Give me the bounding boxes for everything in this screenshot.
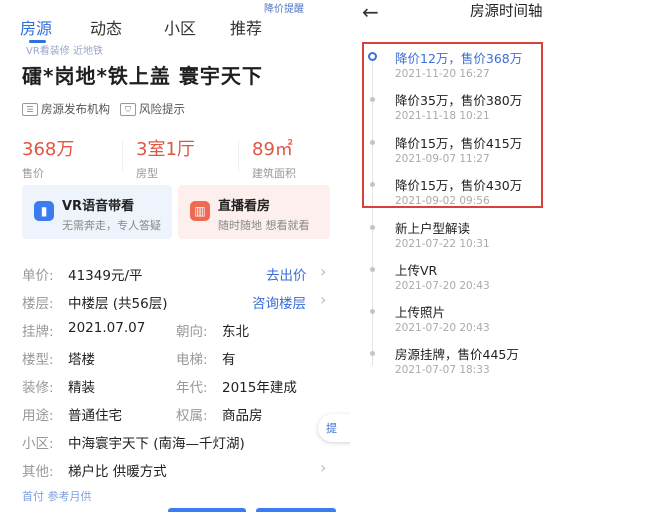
timeline-dot	[370, 351, 375, 356]
info-key: 楼层:	[22, 296, 54, 312]
vr-tour-title: VR语音带看	[62, 199, 135, 214]
timeline-dot	[370, 225, 375, 230]
shield-icon: ⛉	[120, 102, 136, 116]
info-row-building-type: 楼型: 塔楼 电梯: 有	[22, 346, 338, 374]
info-key: 楼型:	[22, 352, 54, 368]
listing-title: 礌*岗地*铁上盖 寰宇天下	[22, 64, 263, 88]
info-key: 挂牌:	[22, 324, 54, 340]
stat-area-label: 建筑面积	[252, 167, 296, 180]
info-key: 年代:	[176, 380, 208, 396]
live-icon: ▥	[190, 201, 210, 221]
info-value: 2021.07.07	[68, 320, 146, 336]
info-row-decoration: 装修: 精装 年代: 2015年建成	[22, 374, 338, 402]
chevron-right-icon[interactable]: ›	[320, 262, 326, 281]
live-tour-subtitle: 随时随地 想看就看	[218, 219, 310, 232]
chevron-right-icon[interactable]: ›	[320, 290, 326, 309]
stat-divider	[122, 141, 123, 171]
stat-price-label: 售价	[22, 167, 44, 180]
info-key: 装修:	[22, 380, 54, 396]
stat-area: 89㎡ 建筑面积	[252, 135, 296, 181]
stat-layout-value: 3室1厅	[136, 139, 195, 160]
info-row-other[interactable]: 其他: 梯户比 供暖方式 ›	[22, 458, 338, 486]
info-value: 中海寰宇天下 (南海—千灯湖)	[68, 436, 245, 452]
timeline-date: 2021-07-20 20:43	[395, 280, 490, 292]
stat-layout: 3室1厅 房型	[136, 135, 195, 181]
tab-listing[interactable]: 房源	[20, 15, 52, 39]
timeline-date: 2021-07-07 18:33	[395, 364, 490, 376]
timeline-event: 上传照片	[395, 305, 446, 320]
timeline-pane: ← 房源时间轴 降价12万，售价368万 2021-11-20 16:27 降价…	[350, 0, 668, 512]
publisher-tag[interactable]: ☰ 房源发布机构	[22, 101, 110, 117]
timeline-item: 房源挂牌，售价445万 2021-07-07 18:33	[350, 344, 668, 384]
price-drop-highlight-box	[362, 42, 543, 208]
info-value: 梯户比 供暖方式	[68, 464, 167, 480]
feature-tags-cut: VR看装修 近地铁	[26, 46, 103, 57]
info-value: 商品房	[222, 408, 263, 424]
info-key: 小区:	[22, 436, 54, 452]
vr-tour-card[interactable]: ▮ VR语音带看 无需奔走，专人答疑	[22, 185, 172, 239]
risk-tag[interactable]: ⛉ 风险提示	[120, 101, 185, 117]
info-row-listed: 挂牌: 2021.07.07 朝向: 东北	[22, 318, 338, 346]
timeline-event: 上传VR	[395, 263, 438, 278]
listing-info: 单价: 41349元/平 去出价 › 楼层: 中楼层 (共56层) 咨询楼层 ›…	[22, 262, 338, 486]
info-icon: ☰	[22, 102, 38, 116]
timeline-event: 房源挂牌，售价445万	[395, 347, 519, 362]
stat-price: 368万 售价	[22, 135, 74, 181]
info-value: 2015年建成	[222, 380, 297, 396]
info-value: 41349元/平	[68, 268, 143, 284]
key-stats: 368万 售价 3室1厅 房型 89㎡ 建筑面积	[22, 135, 338, 180]
timeline-item: 上传照片 2021-07-20 20:43	[350, 302, 668, 342]
info-key: 用途:	[22, 408, 54, 424]
bottom-action-button[interactable]	[168, 508, 246, 512]
timeline-date: 2021-07-22 10:31	[395, 238, 490, 250]
timeline-event: 新上户型解读	[395, 221, 471, 236]
make-offer-link[interactable]: 去出价	[266, 264, 307, 284]
info-key: 单价:	[22, 268, 54, 284]
tab-community[interactable]: 小区	[164, 15, 196, 39]
ask-floor-link[interactable]: 咨询楼层	[252, 292, 306, 312]
info-key: 其他:	[22, 464, 54, 480]
tab-updates[interactable]: 动态	[90, 15, 122, 39]
live-tour-card[interactable]: ▥ 直播看房 随时随地 想看就看	[178, 185, 330, 239]
info-key: 朝向:	[176, 324, 208, 340]
timeline-date: 2021-07-20 20:43	[395, 322, 490, 334]
chevron-right-icon[interactable]: ›	[320, 458, 326, 477]
stat-divider	[238, 141, 239, 171]
timeline-item: 新上户型解读 2021-07-22 10:31	[350, 218, 668, 258]
vr-icon: ▮	[34, 201, 54, 221]
info-value: 东北	[222, 324, 249, 340]
timeline-dot	[370, 309, 375, 314]
info-row-unit-price: 单价: 41349元/平 去出价 ›	[22, 262, 338, 290]
listing-detail-pane: 房源 动态 小区 推荐 VR看装修 近地铁 降价提醒 礌*岗地*铁上盖 寰宇天下…	[0, 0, 350, 512]
back-arrow-icon[interactable]: ←	[362, 0, 379, 24]
timeline-dot	[370, 267, 375, 272]
info-row-usage: 用途: 普通住宅 权属: 商品房	[22, 402, 338, 430]
info-row-floor: 楼层: 中楼层 (共56层) 咨询楼层 ›	[22, 290, 338, 318]
publisher-tag-label: 房源发布机构	[41, 102, 110, 116]
vr-tour-subtitle: 无需奔走，专人答疑	[62, 219, 161, 232]
info-row-community[interactable]: 小区: 中海寰宇天下 (南海—千灯湖)	[22, 430, 338, 458]
info-value: 中楼层 (共56层)	[68, 296, 168, 312]
timeline-title: 房源时间轴	[470, 4, 543, 20]
bottom-action-button[interactable]	[256, 508, 336, 512]
payment-info-cut: 首付 参考月供	[22, 490, 92, 503]
info-key: 权属:	[176, 408, 208, 424]
info-key: 电梯:	[176, 352, 208, 368]
info-value: 精装	[68, 380, 95, 396]
info-value: 塔楼	[68, 352, 95, 368]
stat-layout-label: 房型	[136, 167, 158, 180]
live-tour-title: 直播看房	[218, 199, 271, 214]
stat-price-value: 368万	[22, 139, 75, 160]
stat-area-value: 89㎡	[252, 139, 293, 160]
risk-tag-label: 风险提示	[139, 102, 185, 116]
tab-recommend[interactable]: 推荐	[230, 15, 262, 39]
listing-tags: ☰ 房源发布机构 ⛉ 风险提示	[22, 101, 185, 117]
info-value: 有	[222, 352, 236, 368]
info-value: 普通住宅	[68, 408, 122, 424]
viewing-options: ▮ VR语音带看 无需奔走，专人答疑 ▥ 直播看房 随时随地 想看就看	[22, 185, 332, 239]
timeline-item: 上传VR 2021-07-20 20:43	[350, 260, 668, 300]
